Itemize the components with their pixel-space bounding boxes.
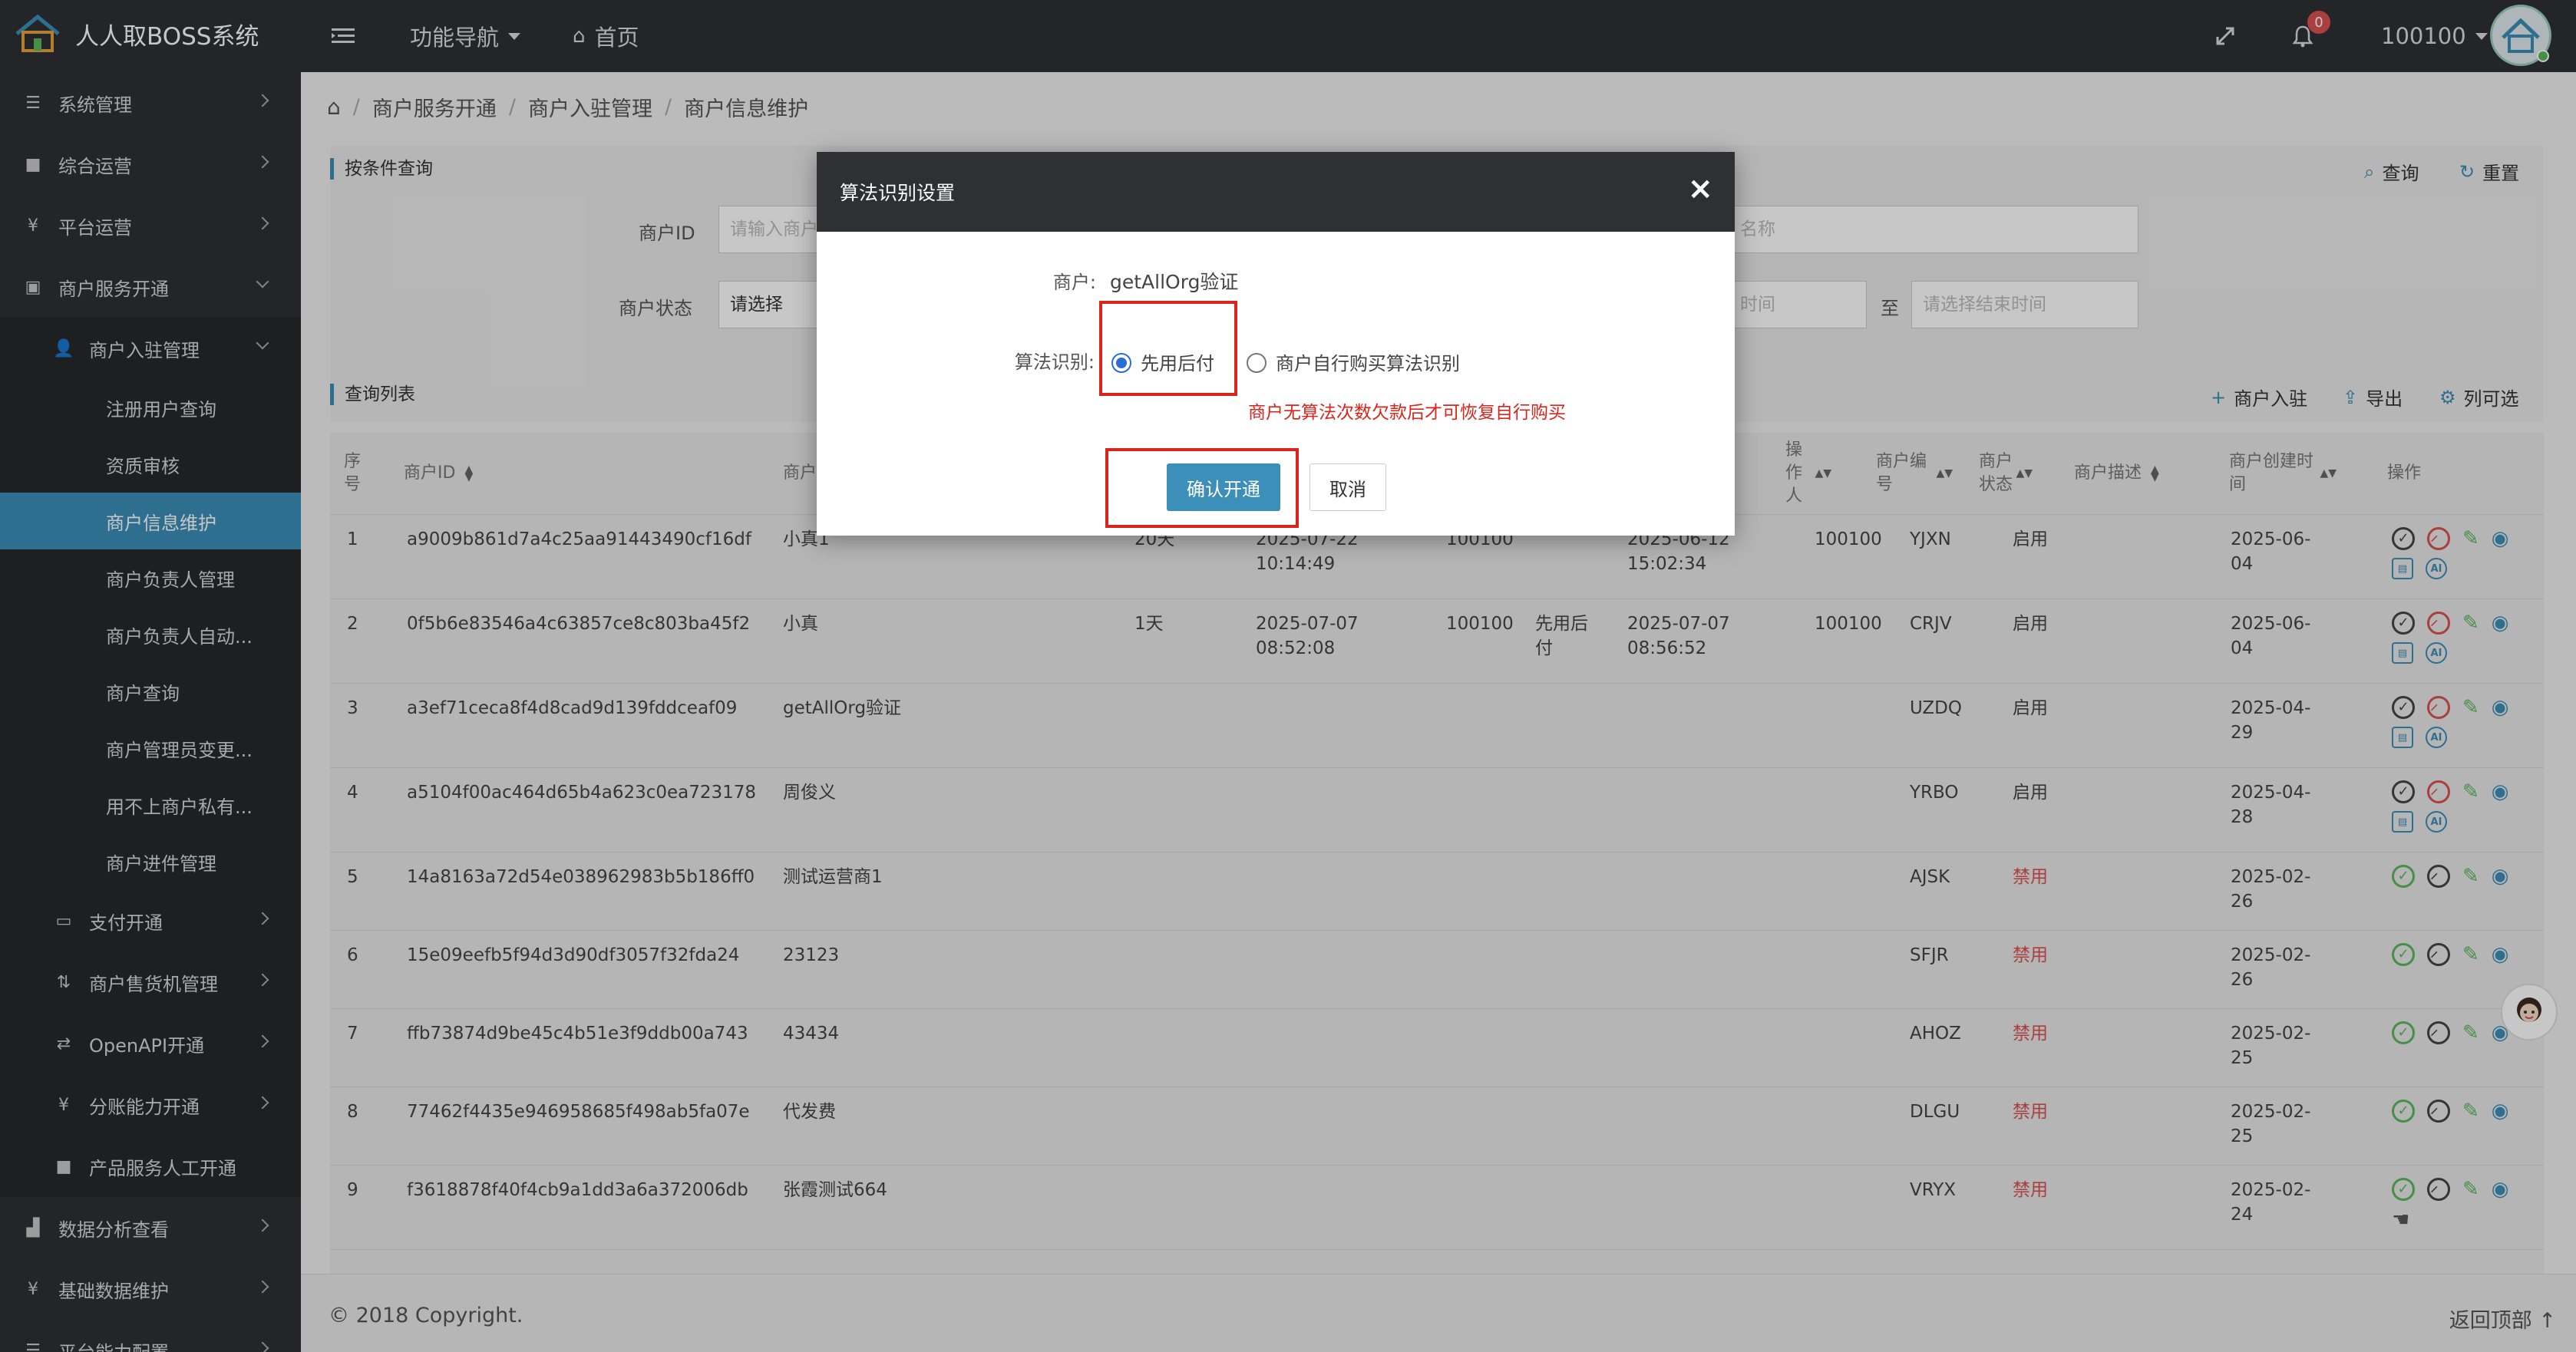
dialog-header: 算法识别设置 × <box>817 152 1735 232</box>
warning-text: 商户无算法次数欠款后才可恢复自行购买 <box>1248 403 1566 423</box>
radio-pay-later[interactable] <box>1111 353 1131 373</box>
algo-label: 算法识别: <box>1014 351 1095 373</box>
merchant-label: 商户: <box>1052 272 1096 293</box>
dialog-title: 算法识别设置 <box>840 182 956 204</box>
merchant-value: getAllOrg验证 <box>1110 271 1239 293</box>
close-icon[interactable]: × <box>1687 172 1713 206</box>
cancel-button[interactable]: 取消 <box>1309 463 1386 511</box>
radio-self-purchase[interactable] <box>1247 353 1267 373</box>
confirm-button[interactable]: 确认开通 <box>1167 463 1280 511</box>
option-pay-later[interactable]: 先用后付 <box>1141 348 1214 375</box>
option-self-purchase[interactable]: 商户自行购买算法识别 <box>1276 348 1460 375</box>
